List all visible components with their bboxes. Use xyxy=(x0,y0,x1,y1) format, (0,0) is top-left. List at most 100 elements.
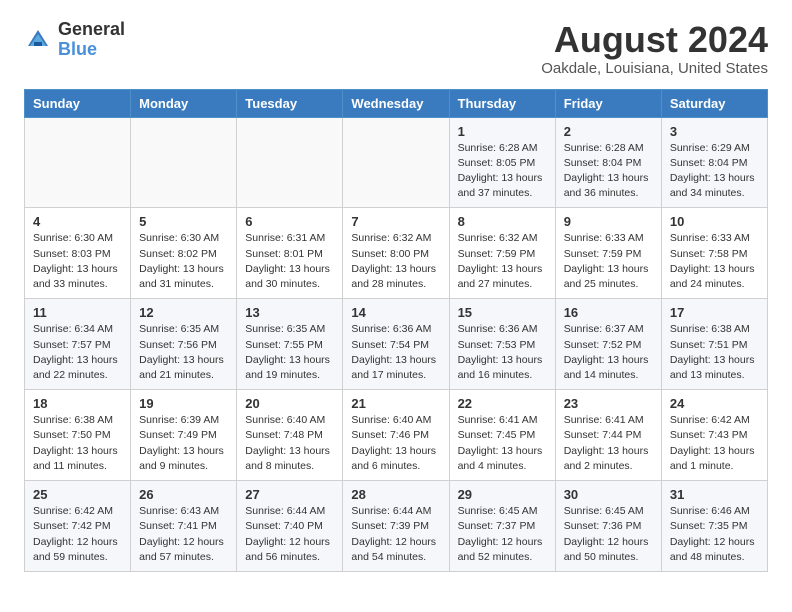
calendar: Sunday Monday Tuesday Wednesday Thursday… xyxy=(24,89,768,572)
logo-icon xyxy=(24,26,52,54)
day-number: 15 xyxy=(458,305,547,320)
day-number: 5 xyxy=(139,214,228,229)
day-number: 7 xyxy=(351,214,440,229)
day-info: Sunrise: 6:43 AMSunset: 7:41 PMDaylight:… xyxy=(139,504,228,565)
day-info: Sunrise: 6:44 AMSunset: 7:40 PMDaylight:… xyxy=(245,504,334,565)
calendar-cell: 29 Sunrise: 6:45 AMSunset: 7:37 PMDayligh… xyxy=(449,481,555,572)
day-number: 3 xyxy=(670,124,759,139)
day-number: 19 xyxy=(139,396,228,411)
month-title: August 2024 xyxy=(541,20,768,60)
day-number: 31 xyxy=(670,487,759,502)
calendar-week-3: 11 Sunrise: 6:34 AMSunset: 7:57 PMDayligh… xyxy=(25,299,768,390)
day-number: 12 xyxy=(139,305,228,320)
calendar-cell: 27 Sunrise: 6:44 AMSunset: 7:40 PMDayligh… xyxy=(237,481,343,572)
calendar-cell: 11 Sunrise: 6:34 AMSunset: 7:57 PMDayligh… xyxy=(25,299,131,390)
day-number: 13 xyxy=(245,305,334,320)
calendar-cell: 23 Sunrise: 6:41 AMSunset: 7:44 PMDayligh… xyxy=(555,390,661,481)
day-info: Sunrise: 6:44 AMSunset: 7:39 PMDaylight:… xyxy=(351,504,440,565)
logo-text: General Blue xyxy=(58,20,125,60)
day-number: 25 xyxy=(33,487,122,502)
calendar-cell: 30 Sunrise: 6:45 AMSunset: 7:36 PMDayligh… xyxy=(555,481,661,572)
day-info: Sunrise: 6:33 AMSunset: 7:59 PMDaylight:… xyxy=(564,231,653,292)
calendar-cell: 14Sunrise: 6:36 AMSunset: 7:54 PMDayligh… xyxy=(343,299,449,390)
day-info: Sunrise: 6:32 AMSunset: 7:59 PMDaylight:… xyxy=(458,231,547,292)
calendar-cell: 13 Sunrise: 6:35 AMSunset: 7:55 PMDayligh… xyxy=(237,299,343,390)
day-number: 21 xyxy=(351,396,440,411)
day-number: 22 xyxy=(458,396,547,411)
day-info: Sunrise: 6:34 AMSunset: 7:57 PMDaylight:… xyxy=(33,322,122,383)
calendar-cell: 22 Sunrise: 6:41 AMSunset: 7:45 PMDayligh… xyxy=(449,390,555,481)
calendar-cell: 4Sunrise: 6:30 AMSunset: 8:03 PMDaylight… xyxy=(25,208,131,299)
calendar-cell xyxy=(131,117,237,208)
day-number: 30 xyxy=(564,487,653,502)
day-number: 20 xyxy=(245,396,334,411)
calendar-cell: 25 Sunrise: 6:42 AMSunset: 7:42 PMDayligh… xyxy=(25,481,131,572)
day-number: 23 xyxy=(564,396,653,411)
day-number: 6 xyxy=(245,214,334,229)
col-monday: Monday xyxy=(131,89,237,117)
calendar-cell: 2 Sunrise: 6:28 AMSunset: 8:04 PMDaylight… xyxy=(555,117,661,208)
day-number: 11 xyxy=(33,305,122,320)
calendar-cell xyxy=(343,117,449,208)
calendar-cell: 5 Sunrise: 6:30 AMSunset: 8:02 PMDaylight… xyxy=(131,208,237,299)
calendar-cell xyxy=(237,117,343,208)
col-friday: Friday xyxy=(555,89,661,117)
calendar-cell: 20 Sunrise: 6:40 AMSunset: 7:48 PMDayligh… xyxy=(237,390,343,481)
calendar-cell: 17Sunrise: 6:38 AMSunset: 7:51 PMDayligh… xyxy=(661,299,767,390)
col-saturday: Saturday xyxy=(661,89,767,117)
calendar-week-2: 4Sunrise: 6:30 AMSunset: 8:03 PMDaylight… xyxy=(25,208,768,299)
page: General Blue August 2024 Oakdale, Louisi… xyxy=(0,0,792,588)
day-number: 4 xyxy=(33,214,122,229)
day-number: 26 xyxy=(139,487,228,502)
col-thursday: Thursday xyxy=(449,89,555,117)
day-info: Sunrise: 6:42 AMSunset: 7:42 PMDaylight:… xyxy=(33,504,122,565)
calendar-cell: 28 Sunrise: 6:44 AMSunset: 7:39 PMDayligh… xyxy=(343,481,449,572)
day-number: 14 xyxy=(351,305,440,320)
day-info: Sunrise: 6:45 AMSunset: 7:36 PMDaylight:… xyxy=(564,504,653,565)
calendar-cell: 18 Sunrise: 6:38 AMSunset: 7:50 PMDayligh… xyxy=(25,390,131,481)
calendar-cell: 10Sunrise: 6:33 AMSunset: 7:58 PMDayligh… xyxy=(661,208,767,299)
day-number: 18 xyxy=(33,396,122,411)
day-info: Sunrise: 6:40 AMSunset: 7:48 PMDaylight:… xyxy=(245,413,334,474)
col-wednesday: Wednesday xyxy=(343,89,449,117)
day-info: Sunrise: 6:29 AMSunset: 8:04 PMDaylight:… xyxy=(670,141,759,202)
logo-general: General xyxy=(58,19,125,39)
day-info: Sunrise: 6:35 AMSunset: 7:56 PMDaylight:… xyxy=(139,322,228,383)
calendar-cell: 9Sunrise: 6:33 AMSunset: 7:59 PMDaylight… xyxy=(555,208,661,299)
calendar-cell: 7 Sunrise: 6:32 AMSunset: 8:00 PMDaylight… xyxy=(343,208,449,299)
calendar-cell: 8 Sunrise: 6:32 AMSunset: 7:59 PMDaylight… xyxy=(449,208,555,299)
day-number: 8 xyxy=(458,214,547,229)
calendar-week-5: 25 Sunrise: 6:42 AMSunset: 7:42 PMDayligh… xyxy=(25,481,768,572)
day-info: Sunrise: 6:38 AMSunset: 7:50 PMDaylight:… xyxy=(33,413,122,474)
day-info: Sunrise: 6:45 AMSunset: 7:37 PMDaylight:… xyxy=(458,504,547,565)
calendar-cell: 6 Sunrise: 6:31 AMSunset: 8:01 PMDaylight… xyxy=(237,208,343,299)
day-info: Sunrise: 6:35 AMSunset: 7:55 PMDaylight:… xyxy=(245,322,334,383)
day-number: 2 xyxy=(564,124,653,139)
day-info: Sunrise: 6:31 AMSunset: 8:01 PMDaylight:… xyxy=(245,231,334,292)
day-info: Sunrise: 6:30 AMSunset: 8:02 PMDaylight:… xyxy=(139,231,228,292)
day-info: Sunrise: 6:32 AMSunset: 8:00 PMDaylight:… xyxy=(351,231,440,292)
day-number: 10 xyxy=(670,214,759,229)
calendar-cell: 3 Sunrise: 6:29 AMSunset: 8:04 PMDaylight… xyxy=(661,117,767,208)
calendar-cell: 15Sunrise: 6:36 AMSunset: 7:53 PMDayligh… xyxy=(449,299,555,390)
calendar-cell: 19Sunrise: 6:39 AMSunset: 7:49 PMDayligh… xyxy=(131,390,237,481)
col-sunday: Sunday xyxy=(25,89,131,117)
day-info: Sunrise: 6:28 AMSunset: 8:04 PMDaylight:… xyxy=(564,141,653,202)
title-block: August 2024 Oakdale, Louisiana, United S… xyxy=(541,20,768,77)
calendar-cell: 24 Sunrise: 6:42 AMSunset: 7:43 PMDayligh… xyxy=(661,390,767,481)
weekday-header-row: Sunday Monday Tuesday Wednesday Thursday… xyxy=(25,89,768,117)
day-number: 27 xyxy=(245,487,334,502)
day-info: Sunrise: 6:41 AMSunset: 7:44 PMDaylight:… xyxy=(564,413,653,474)
day-number: 1 xyxy=(458,124,547,139)
day-number: 29 xyxy=(458,487,547,502)
calendar-cell: 12 Sunrise: 6:35 AMSunset: 7:56 PMDayligh… xyxy=(131,299,237,390)
day-number: 28 xyxy=(351,487,440,502)
calendar-week-1: 1 Sunrise: 6:28 AMSunset: 8:05 PMDaylight… xyxy=(25,117,768,208)
col-tuesday: Tuesday xyxy=(237,89,343,117)
calendar-cell: 31Sunrise: 6:46 AMSunset: 7:35 PMDayligh… xyxy=(661,481,767,572)
calendar-cell: 21Sunrise: 6:40 AMSunset: 7:46 PMDayligh… xyxy=(343,390,449,481)
day-info: Sunrise: 6:28 AMSunset: 8:05 PMDaylight:… xyxy=(458,141,547,202)
day-info: Sunrise: 6:42 AMSunset: 7:43 PMDaylight:… xyxy=(670,413,759,474)
day-info: Sunrise: 6:41 AMSunset: 7:45 PMDaylight:… xyxy=(458,413,547,474)
day-number: 24 xyxy=(670,396,759,411)
